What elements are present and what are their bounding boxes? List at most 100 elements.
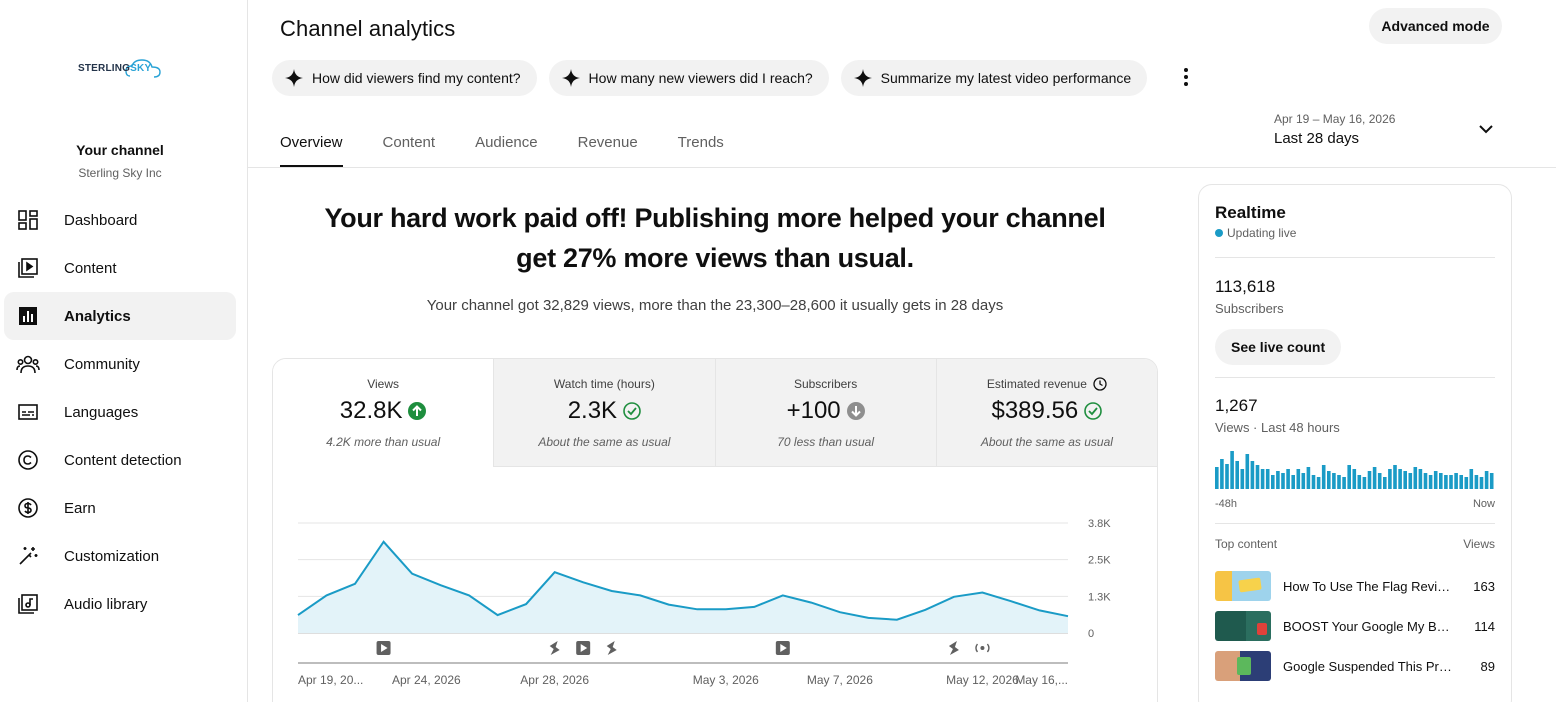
channel-logo: STERLINGSKY xyxy=(78,56,168,82)
clock-icon xyxy=(1093,377,1107,391)
y-tick-label: 3.8K xyxy=(1088,518,1111,530)
overview-card: Views 32.8K 4.2K more than usual Watch t… xyxy=(272,358,1158,702)
top-content-item[interactable]: Google Suspended This Pro... 89 xyxy=(1215,651,1495,681)
sidebar: STERLINGSKY Your channel Sterling Sky In… xyxy=(0,0,248,702)
realtime-bar xyxy=(1235,461,1239,489)
ask-chip-find-content[interactable]: How did viewers find my content? xyxy=(272,60,537,96)
divider xyxy=(1215,377,1495,378)
sidebar-item-earn[interactable]: Earn xyxy=(4,484,236,532)
metric-tabs: Views 32.8K 4.2K more than usual Watch t… xyxy=(273,359,1157,467)
realtime-bar xyxy=(1276,471,1280,489)
realtime-bar-chart[interactable] xyxy=(1215,449,1495,489)
sidebar-item-label: Earn xyxy=(64,499,96,517)
sidebar-item-content-detection[interactable]: Content detection xyxy=(4,436,236,484)
ask-chips: How did viewers find my content? How man… xyxy=(272,60,1148,96)
page-title: Channel analytics xyxy=(280,16,456,41)
sidebar-item-audio-library[interactable]: Audio library xyxy=(4,580,236,628)
sidebar-item-content[interactable]: Content xyxy=(4,244,236,292)
sidebar-item-community[interactable]: Community xyxy=(4,340,236,388)
realtime-bar xyxy=(1316,477,1321,489)
sidebar-item-dashboard[interactable]: Dashboard xyxy=(4,196,236,244)
metric-value-text: $389.56 xyxy=(991,397,1079,424)
realtime-bar xyxy=(1332,473,1336,489)
realtime-bar xyxy=(1271,475,1275,489)
sidebar-nav: Dashboard Content Analytics Community La… xyxy=(4,196,236,628)
sidebar-item-customization[interactable]: Customization xyxy=(4,532,236,580)
magic-wand-icon xyxy=(16,544,40,568)
x-tick-label: May 3, 2026 xyxy=(693,673,759,687)
realtime-bar xyxy=(1423,473,1428,489)
video-views: 163 xyxy=(1473,578,1495,594)
realtime-bar xyxy=(1449,475,1453,489)
sparkle-icon xyxy=(285,69,303,87)
sidebar-item-languages[interactable]: Languages xyxy=(4,388,236,436)
views-chart[interactable]: 3.8K 2.5K 1.3K 0 Apr 19, 20... Apr 24, 2026 Ap… xyxy=(273,467,1158,702)
realtime-bar xyxy=(1418,469,1423,489)
channel-title[interactable]: Your channel xyxy=(0,142,240,158)
metric-label: Views xyxy=(273,377,493,391)
tab-content[interactable]: Content xyxy=(383,122,436,167)
advanced-mode-button[interactable]: Advanced mode xyxy=(1369,8,1502,44)
metric-estimated-revenue[interactable]: Estimated revenue $389.56 About the same… xyxy=(935,359,1157,467)
top-content-header: Top content xyxy=(1215,537,1278,551)
metric-subscribers[interactable]: Subscribers +100 70 less than usual xyxy=(714,359,936,467)
realtime-bar xyxy=(1260,469,1265,489)
see-live-count-button[interactable]: See live count xyxy=(1215,329,1342,365)
x-tick-label: Apr 19, 20... xyxy=(298,673,363,687)
realtime-bar xyxy=(1281,473,1285,489)
metric-value: 32.8K xyxy=(273,397,493,425)
copyright-icon xyxy=(16,448,40,472)
metric-views[interactable]: Views 32.8K 4.2K more than usual xyxy=(273,359,494,467)
content-icon xyxy=(16,256,40,280)
video-title: How To Use The Flag Revie... xyxy=(1283,578,1453,594)
y-tick-label: 2.5K xyxy=(1088,555,1111,567)
tab-overview[interactable]: Overview xyxy=(280,122,343,167)
top-content-views-header: Views xyxy=(1463,537,1495,551)
top-content-item[interactable]: BOOST Your Google My Bu... 114 xyxy=(1215,611,1495,641)
date-range-text: Apr 19 – May 16, 2026 xyxy=(1274,112,1396,126)
check-circle-icon xyxy=(1084,402,1103,420)
ask-chip-new-viewers[interactable]: How many new viewers did I reach? xyxy=(548,60,829,96)
realtime-bar xyxy=(1286,469,1290,489)
x-tick-label: May 7, 2026 xyxy=(807,673,873,687)
realtime-bar xyxy=(1215,467,1219,489)
tab-revenue[interactable]: Revenue xyxy=(578,122,638,167)
divider xyxy=(1215,257,1495,258)
realtime-bar xyxy=(1311,475,1316,489)
realtime-bar xyxy=(1362,477,1367,489)
realtime-bar xyxy=(1352,469,1357,489)
video-thumbnail xyxy=(1215,651,1271,681)
metric-watch-time[interactable]: Watch time (hours) 2.3K About the same a… xyxy=(493,359,715,467)
dollar-icon xyxy=(16,496,40,520)
metric-value-text: 2.3K xyxy=(567,397,618,424)
tab-audience[interactable]: Audience xyxy=(475,122,538,167)
realtime-bar xyxy=(1306,467,1311,489)
top-content-item[interactable]: How To Use The Flag Revie... 163 xyxy=(1215,571,1495,601)
realtime-bar xyxy=(1479,477,1484,489)
realtime-bar xyxy=(1439,473,1443,489)
realtime-bar xyxy=(1408,473,1413,489)
video-title: BOOST Your Google My Bu... xyxy=(1283,618,1453,634)
realtime-bar xyxy=(1413,467,1418,489)
ask-chip-summarize[interactable]: Summarize my latest video performance xyxy=(840,60,1148,96)
realtime-card: Realtime Updating live 113,618 Subscribe… xyxy=(1198,184,1512,702)
realtime-bar xyxy=(1291,475,1295,489)
realtime-bar xyxy=(1398,469,1402,489)
sidebar-item-label: Content xyxy=(64,259,117,277)
realtime-bar xyxy=(1393,465,1397,489)
tab-trends[interactable]: Trends xyxy=(678,122,724,167)
arrow-down-circle-icon xyxy=(846,402,865,420)
realtime-bar xyxy=(1459,475,1463,489)
more-options-icon[interactable] xyxy=(1176,64,1196,90)
metric-label: Estimated revenue xyxy=(937,377,1157,391)
date-range-picker[interactable]: Apr 19 – May 16, 2026 Last 28 days xyxy=(1274,112,1500,156)
realtime-bar xyxy=(1383,477,1387,489)
insight-headline-line1: Your hard work paid off! Publishing more… xyxy=(324,203,1106,233)
analytics-tabs: Overview Content Audience Revenue Trends xyxy=(280,122,764,167)
y-tick-label: 1.3K xyxy=(1088,591,1111,603)
realtime-views-count: 1,267 xyxy=(1215,396,1258,415)
metric-note: About the same as usual xyxy=(538,435,671,449)
sidebar-item-analytics[interactable]: Analytics xyxy=(4,292,236,340)
realtime-bar xyxy=(1250,461,1255,489)
live-dot-icon xyxy=(1215,229,1223,237)
